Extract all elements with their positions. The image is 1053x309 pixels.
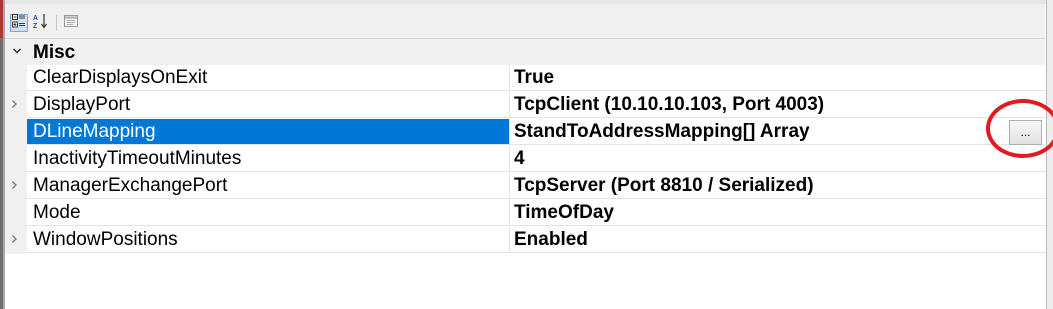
property-name: DLineMapping (33, 121, 156, 142)
property-name: WindowPositions (33, 229, 178, 250)
property-value-cell[interactable]: 4 (510, 146, 1045, 172)
property-row[interactable]: WindowPositions Enabled (5, 227, 1045, 254)
ellipsis-button[interactable]: ... (1009, 120, 1042, 145)
chevron-right-icon[interactable] (11, 233, 21, 247)
categorized-button[interactable] (10, 13, 28, 33)
category-row-misc[interactable]: Misc (5, 39, 1045, 65)
property-pages-button[interactable] (62, 14, 80, 32)
alphabetical-sort-icon: A Z (33, 13, 49, 34)
property-row[interactable]: DisplayPort TcpClient (10.10.10.103, Port… (5, 92, 1045, 119)
property-value-cell[interactable]: TimeOfDay (510, 200, 1045, 226)
property-grid-toolbar: A Z (5, 4, 1045, 39)
property-value-cell[interactable]: True (510, 65, 1045, 91)
property-value: True (514, 67, 555, 88)
property-name-cell[interactable]: ManagerExchangePort (27, 173, 510, 199)
property-name-cell[interactable]: ClearDisplaysOnExit (27, 65, 510, 91)
property-row[interactable]: DLineMapping StandToAddressMapping[] Arra… (5, 119, 1045, 146)
chevron-down-icon[interactable] (11, 45, 23, 57)
property-row[interactable]: ClearDisplaysOnExit True (5, 65, 1045, 92)
category-label: Misc (33, 42, 76, 63)
row-gutter (5, 92, 27, 119)
property-value-cell[interactable]: Enabled (510, 227, 1045, 253)
property-name: InactivityTimeoutMinutes (33, 148, 242, 169)
window-right-edge (1046, 0, 1053, 309)
row-gutter (5, 146, 27, 173)
window-edge-accent (0, 0, 3, 38)
property-row[interactable]: InactivityTimeoutMinutes 4 (5, 146, 1045, 173)
chevron-right-icon[interactable] (11, 98, 21, 112)
property-value: TimeOfDay (514, 202, 614, 223)
property-value-cell[interactable]: TcpClient (10.10.10.103, Port 4003) (510, 92, 1045, 118)
property-value-cell[interactable]: StandToAddressMapping[] Array (510, 119, 1045, 145)
alphabetical-button[interactable]: A Z (32, 13, 50, 34)
property-row[interactable]: Mode TimeOfDay (5, 200, 1045, 227)
property-name: ManagerExchangePort (33, 175, 228, 196)
property-name-cell[interactable]: WindowPositions (27, 227, 510, 253)
row-gutter (5, 227, 27, 254)
property-value-cell[interactable]: TcpServer (Port 8810 / Serialized) (510, 173, 1045, 199)
row-gutter (5, 119, 27, 146)
row-gutter (5, 65, 27, 92)
property-value: Enabled (514, 229, 588, 250)
property-name: ClearDisplaysOnExit (33, 67, 208, 88)
property-name-cell[interactable]: Mode (27, 200, 510, 226)
property-grid: Misc ClearDisplaysOnExit True DisplayPort T… (5, 39, 1045, 309)
window-edge-shadow (0, 38, 3, 309)
property-pages-icon (64, 14, 78, 33)
property-name: DisplayPort (33, 94, 131, 115)
categorized-icon (12, 13, 26, 33)
row-gutter (5, 173, 27, 200)
property-value: TcpServer (Port 8810 / Serialized) (514, 175, 814, 196)
property-name-cell[interactable]: DisplayPort (27, 92, 510, 118)
row-gutter (5, 200, 27, 227)
chevron-right-icon[interactable] (11, 179, 21, 193)
property-name-cell[interactable]: InactivityTimeoutMinutes (27, 146, 510, 172)
property-grid-window: A Z Misc ClearDisplaysOnExit True Displa… (0, 0, 1053, 309)
svg-text:Z: Z (33, 23, 38, 29)
property-name: Mode (33, 202, 81, 223)
property-name-cell[interactable]: DLineMapping (27, 119, 510, 145)
property-value: 4 (514, 148, 525, 169)
property-value: TcpClient (10.10.10.103, Port 4003) (514, 94, 825, 115)
property-row[interactable]: ManagerExchangePort TcpServer (Port 8810 … (5, 173, 1045, 200)
property-value: StandToAddressMapping[] Array (514, 121, 810, 142)
svg-text:A: A (33, 15, 38, 22)
toolbar-separator (56, 15, 57, 31)
